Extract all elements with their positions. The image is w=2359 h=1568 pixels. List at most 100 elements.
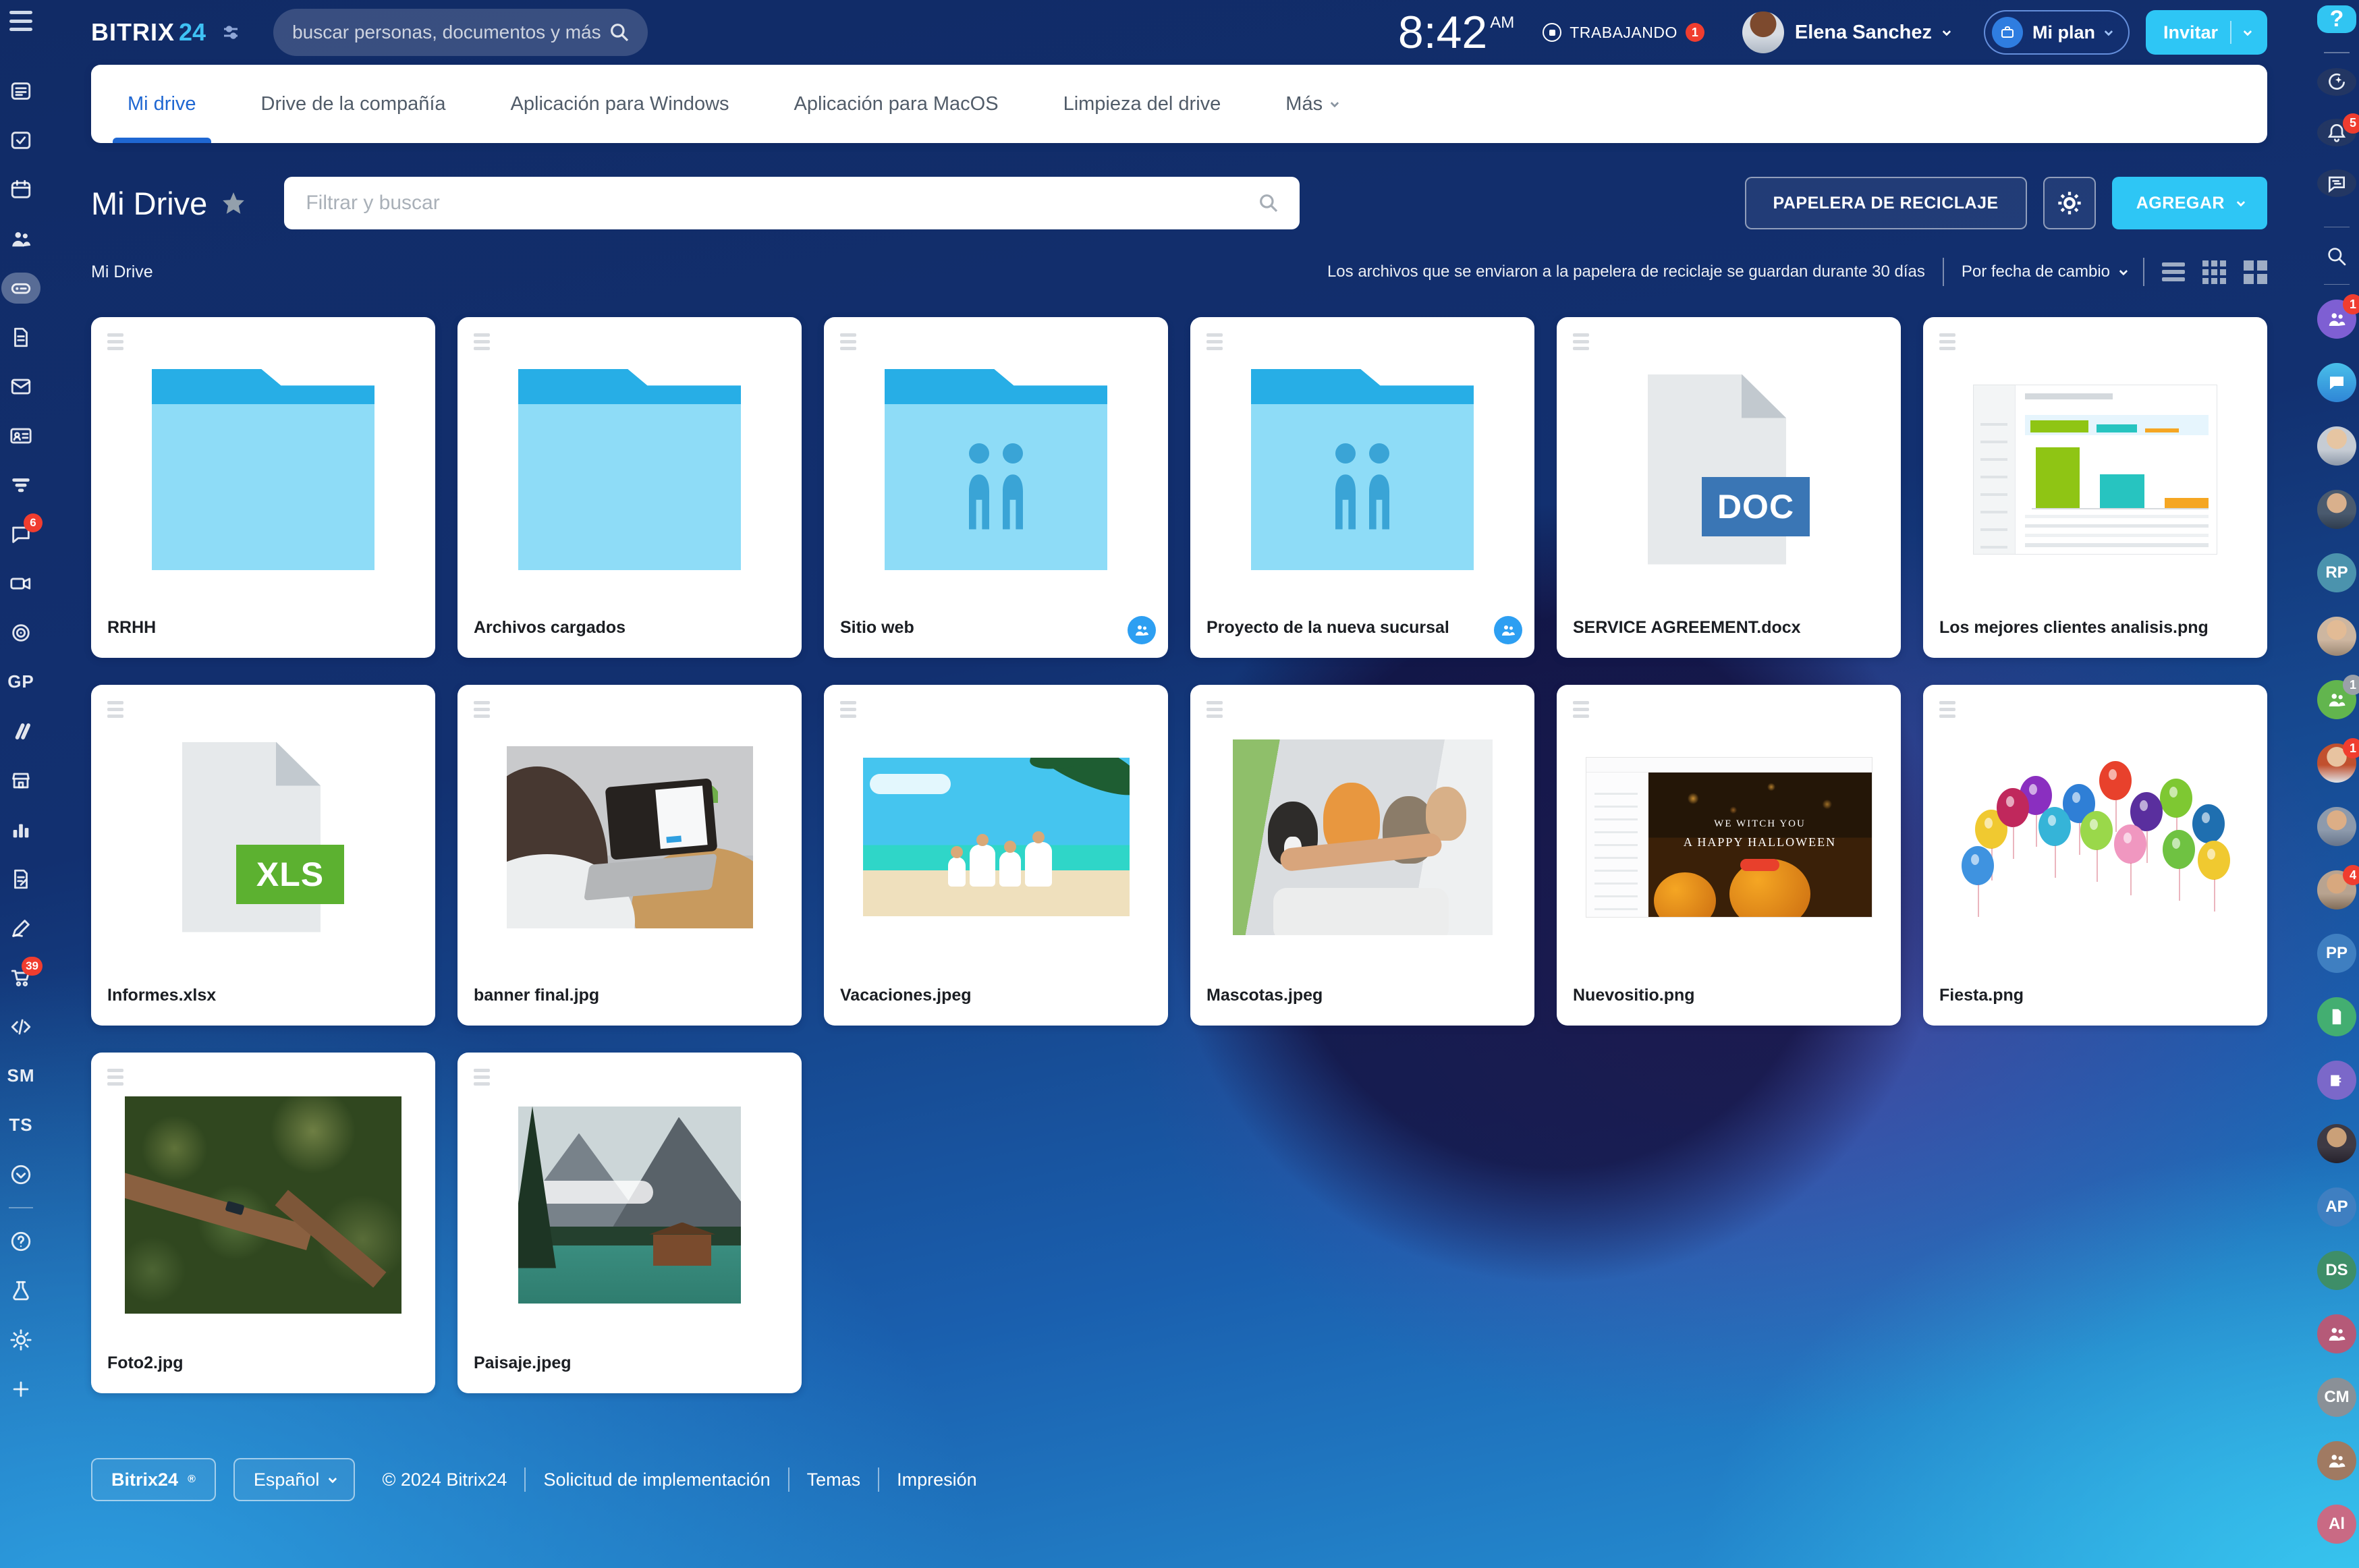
sidebar-item-video-calls[interactable] <box>2 559 40 608</box>
file-card-paisaje[interactable]: Paisaje.jpeg <box>457 1053 802 1393</box>
file-card-sitio-web[interactable]: Sitio web <box>824 317 1168 658</box>
main-menu-icon[interactable] <box>9 11 32 31</box>
divider <box>1943 258 1944 286</box>
recent-chat-avatar[interactable]: Al <box>2317 1505 2356 1544</box>
footer-link-print[interactable]: Impresión <box>897 1469 977 1490</box>
sidebar-item-drive[interactable] <box>2 263 40 312</box>
recent-chat-avatar[interactable] <box>2317 490 2356 529</box>
file-card-mejores-clientes[interactable]: Los mejores clientes analisis.png <box>1923 317 2267 658</box>
file-card-foto2[interactable]: Foto2.jpg <box>91 1053 435 1393</box>
sidebar-add-button[interactable] <box>2 1364 40 1413</box>
sidebar-item-market[interactable]: 39 <box>2 953 40 1002</box>
chat-history-button[interactable] <box>2317 169 2356 197</box>
work-clock[interactable]: 8:42 AM <box>1398 9 1514 55</box>
list-view-icon[interactable] <box>2162 262 2185 281</box>
sidebar-item-crm[interactable] <box>2 411 40 460</box>
recent-chat-avatar[interactable]: 1 <box>2317 680 2356 719</box>
notifications-button[interactable]: 5 <box>2317 119 2356 146</box>
recent-chat-avatar[interactable] <box>2317 617 2356 656</box>
recent-chat-avatar[interactable] <box>2317 1061 2356 1100</box>
grid-view-icon[interactable] <box>2202 260 2226 284</box>
sidebar-item-automation[interactable] <box>2 706 40 756</box>
file-card-proyecto-nueva-sucursal[interactable]: Proyecto de la nueva sucursal <box>1190 317 1534 658</box>
sort-dropdown[interactable]: Por fecha de cambio <box>1962 262 2126 281</box>
sidebar-item-developer[interactable] <box>2 1002 40 1051</box>
sidebar-item-messenger[interactable]: 6 <box>2 509 40 559</box>
favorite-star-icon[interactable] <box>221 190 246 216</box>
recent-chat-avatar[interactable]: 1 <box>2317 744 2356 783</box>
recent-chat-avatar[interactable] <box>2317 1441 2356 1480</box>
sidebar-item-esign[interactable] <box>2 903 40 953</box>
file-card-vacaciones[interactable]: Vacaciones.jpeg <box>824 685 1168 1026</box>
tab-mas[interactable]: Más <box>1285 65 1337 143</box>
breadcrumb[interactable]: Mi Drive <box>91 262 153 282</box>
recent-chat-avatar[interactable] <box>2317 997 2356 1036</box>
sidebar-item-mail[interactable] <box>2 362 40 411</box>
sidebar-item-esign-docs[interactable] <box>2 854 40 903</box>
tab-app-macos[interactable]: Aplicación para MacOS <box>794 65 999 143</box>
global-search[interactable] <box>273 9 648 56</box>
recent-chat-avatar[interactable]: CM <box>2317 1378 2356 1417</box>
sidebar-item-feed[interactable] <box>2 66 40 115</box>
add-button[interactable]: AGREGAR <box>2112 177 2267 229</box>
sidebar-item-sales-funnel[interactable] <box>2 460 40 509</box>
sidebar-item-marketing[interactable] <box>2 608 40 657</box>
recent-chat-avatar[interactable] <box>2317 363 2356 402</box>
help-button[interactable]: ? <box>2317 5 2356 33</box>
sidebar-item-calendar[interactable] <box>2 165 40 214</box>
tab-mi-drive[interactable]: Mi drive <box>128 65 196 143</box>
user-avatar[interactable] <box>1742 11 1784 53</box>
sidebar-item-analytics[interactable] <box>2 805 40 854</box>
sidebar-item-support[interactable] <box>2 1216 40 1266</box>
file-card-fiesta[interactable]: Fiesta.png <box>1923 685 2267 1026</box>
copilot-button[interactable] <box>2317 68 2356 96</box>
recent-chat-avatar[interactable] <box>2317 1314 2356 1353</box>
recent-chat-avatar[interactable]: RP <box>2317 553 2356 592</box>
footer-link-implementation[interactable]: Solicitud de implementación <box>543 1469 770 1490</box>
bitrix24-footer-logo[interactable]: Bitrix24® <box>91 1458 216 1501</box>
drive-settings-button[interactable] <box>2043 177 2096 229</box>
sidebar-item-sm[interactable]: SM <box>2 1051 40 1100</box>
recent-chat-avatar[interactable] <box>2317 807 2356 846</box>
sidebar-expand-button[interactable] <box>2 1150 40 1199</box>
recent-chat-avatar[interactable]: AP <box>2317 1187 2356 1227</box>
file-card-service-agreement[interactable]: DOC SERVICE AGREEMENT.docx <box>1557 317 1901 658</box>
tab-app-windows[interactable]: Aplicación para Windows <box>511 65 729 143</box>
file-card-informes[interactable]: XLS Informes.xlsx <box>91 685 435 1026</box>
invite-button[interactable]: Invitar <box>2146 10 2267 55</box>
sidebar-item-tasks[interactable] <box>2 115 40 165</box>
search-button[interactable] <box>2317 242 2356 270</box>
filter-search[interactable] <box>284 177 1300 229</box>
recent-chat-avatar[interactable]: PP <box>2317 934 2356 973</box>
file-card-archivos-cargados[interactable]: Archivos cargados <box>457 317 802 658</box>
file-card-nuevositio[interactable]: WE WITCH YOU A HAPPY HALLOWEEN Nuevositi… <box>1557 685 1901 1026</box>
tab-limpieza-drive[interactable]: Limpieza del drive <box>1063 65 1221 143</box>
recent-chat-avatar[interactable] <box>2317 1124 2356 1163</box>
file-card-banner-final[interactable]: banner final.jpg <box>457 685 802 1026</box>
footer-link-themes[interactable]: Temas <box>807 1469 861 1490</box>
global-search-input[interactable] <box>291 21 609 44</box>
filter-search-input[interactable] <box>304 191 1258 215</box>
sidebar-item-gp[interactable]: GP <box>2 657 40 706</box>
tab-drive-compania[interactable]: Drive de la compañía <box>261 65 446 143</box>
recent-chat-avatar[interactable]: 4 <box>2317 870 2356 909</box>
file-card-rrhh[interactable]: RRHH <box>91 317 435 658</box>
work-status[interactable]: TRABAJANDO 1 <box>1543 23 1704 42</box>
recent-chat-avatar[interactable]: DS <box>2317 1251 2356 1290</box>
sidebar-item-settings[interactable] <box>2 1315 40 1364</box>
sidebar-item-lab[interactable] <box>2 1266 40 1315</box>
recent-chat-avatar[interactable] <box>2317 426 2356 466</box>
recycle-bin-button[interactable]: PAPELERA DE RECICLAJE <box>1745 177 2027 229</box>
sidebar-item-ts[interactable]: TS <box>2 1100 40 1150</box>
recent-chat-avatar[interactable]: 1 <box>2317 300 2356 339</box>
language-selector[interactable]: Español <box>233 1458 356 1501</box>
file-card-mascotas[interactable]: Mascotas.jpeg <box>1190 685 1534 1026</box>
sidebar-item-documents[interactable] <box>2 312 40 362</box>
sidebar-item-employees[interactable] <box>2 214 40 263</box>
user-menu[interactable]: Elena Sanchez <box>1742 11 1949 53</box>
sidebar-item-company[interactable] <box>2 756 40 805</box>
interface-settings-icon[interactable] <box>221 22 241 43</box>
bitrix24-logo[interactable]: BITRIX 24 <box>91 18 206 47</box>
my-plan-button[interactable]: Mi plan <box>1984 10 2130 55</box>
tile-view-icon[interactable] <box>2244 260 2267 284</box>
